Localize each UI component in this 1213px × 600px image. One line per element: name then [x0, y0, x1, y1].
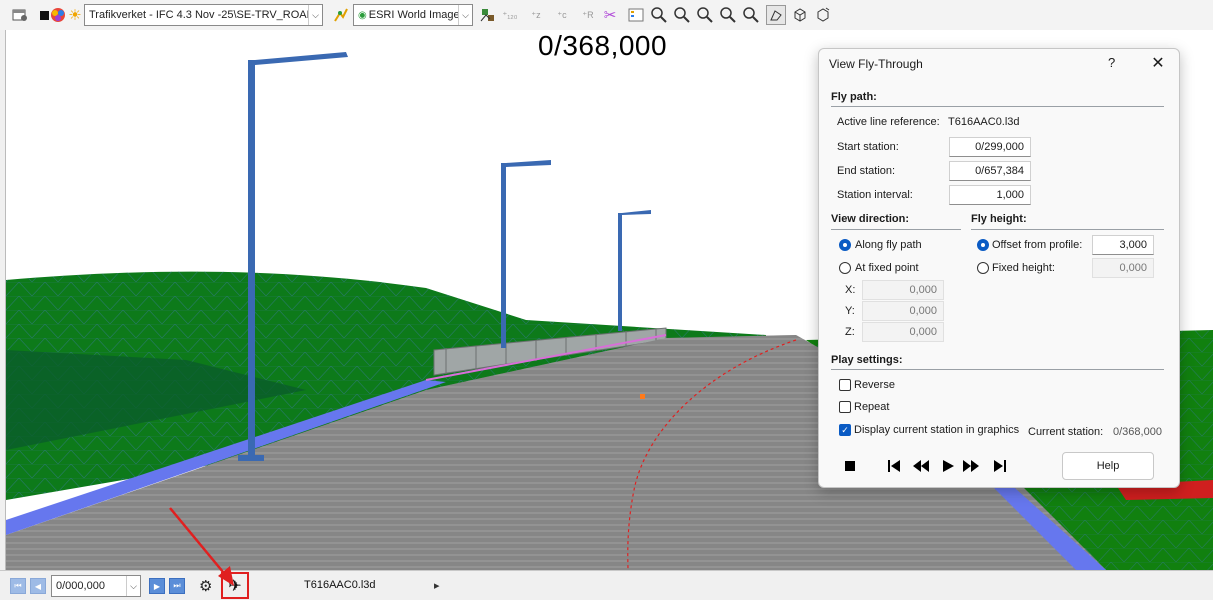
z-input[interactable]: 0,000 [862, 322, 944, 342]
current-station-label: Current station: [1028, 426, 1104, 438]
along-fly-path-label[interactable]: Along fly path [855, 239, 922, 251]
fly-height-heading: Fly height: [971, 213, 1027, 225]
divider [831, 369, 1164, 370]
legend-icon[interactable] [628, 7, 644, 23]
end-station-input[interactable]: 0/657,384 [949, 161, 1031, 181]
y-input[interactable]: 0,000 [862, 301, 944, 321]
reverse-label[interactable]: Reverse [854, 379, 895, 391]
repeat-checkbox[interactable] [839, 401, 851, 413]
active-line-label: Active line reference: [837, 116, 940, 128]
rotate-3d-icon[interactable] [792, 7, 808, 23]
station-interval-input[interactable]: 1,000 [949, 185, 1031, 205]
at-fixed-point-radio[interactable] [839, 262, 851, 274]
tz-icon[interactable]: ⁺z [528, 7, 544, 23]
zoom-extents-icon[interactable] [743, 7, 759, 23]
reverse-checkbox[interactable] [839, 379, 851, 391]
imagery-combo[interactable]: ◉ ESRI World Imager ⌵ [353, 4, 473, 26]
fixed-height-label[interactable]: Fixed height: [992, 262, 1055, 274]
play-icon[interactable] [937, 455, 959, 477]
first-station-icon[interactable]: ⏮ [10, 578, 26, 594]
offset-from-profile-input[interactable]: 3,000 [1092, 235, 1154, 255]
globe-icon: ◉ [358, 9, 367, 21]
tc-icon[interactable]: ⁺c [554, 7, 570, 23]
fast-forward-icon[interactable] [960, 455, 982, 477]
expand-arrow-icon[interactable]: ▸ [434, 579, 440, 592]
t120-icon[interactable]: ⁺₁₂₀ [502, 7, 518, 23]
previous-station-icon[interactable]: ◀ [30, 578, 46, 594]
station-marker [640, 394, 645, 399]
x-label: X: [845, 284, 856, 296]
zoom-window-icon[interactable] [720, 7, 736, 23]
layer-combo[interactable]: Trafikverket - IFC 4.3 Nov -25\SE-TRV_RO… [84, 4, 323, 26]
station-combo[interactable]: 0/000,000 ⌵ [51, 575, 141, 597]
end-station-label: End station: [837, 165, 896, 177]
sun-icon[interactable]: ☀ [67, 7, 83, 24]
chevron-down-icon[interactable]: ⌵ [126, 576, 140, 596]
chevron-down-icon[interactable]: ⌵ [308, 5, 322, 25]
along-fly-path-radio[interactable] [839, 239, 851, 251]
offset-from-profile-label[interactable]: Offset from profile: [992, 239, 1082, 251]
tr-icon[interactable]: ⁺R [580, 7, 596, 23]
close-icon[interactable]: ✕ [1149, 53, 1167, 73]
repeat-label[interactable]: Repeat [854, 401, 889, 413]
annotation-arrow [169, 507, 234, 586]
alignment-label: T616AAC0.l3d [304, 579, 376, 591]
cross-icon[interactable]: ✂ [602, 7, 618, 24]
divider [831, 229, 961, 230]
current-station-overlay: 0/368,000 [538, 30, 668, 61]
chevron-down-icon[interactable]: ⌵ [458, 5, 472, 25]
help-question-icon[interactable]: ? [1108, 55, 1115, 70]
divider [971, 229, 1164, 230]
zoom-in-icon[interactable] [674, 7, 690, 23]
fixed-height-radio[interactable] [977, 262, 989, 274]
active-line-value: T616AAC0.l3d [948, 116, 1020, 128]
colorwheel-icon[interactable] [50, 7, 66, 23]
fly-through-dialog: View Fly-Through ? ✕ Fly path: Active li… [818, 48, 1180, 488]
station-combo-text: 0/000,000 [56, 580, 105, 592]
properties-icon[interactable] [12, 7, 28, 23]
stop-icon[interactable] [839, 455, 861, 477]
fly-path-heading: Fly path: [831, 91, 877, 103]
at-fixed-point-label[interactable]: At fixed point [855, 262, 919, 274]
terrain-icon[interactable] [480, 7, 496, 23]
z-label: Z: [845, 326, 855, 338]
start-station-label: Start station: [837, 141, 899, 153]
app-window: ☀ Trafikverket - IFC 4.3 Nov -25\SE-TRV_… [0, 0, 1213, 600]
divider [831, 106, 1164, 107]
y-label: Y: [845, 305, 855, 317]
rewind-icon[interactable] [910, 455, 932, 477]
view-direction-heading: View direction: [831, 213, 910, 225]
zoom-out-icon[interactable] [697, 7, 713, 23]
play-settings-heading: Play settings: [831, 354, 903, 366]
route-icon[interactable] [333, 7, 349, 23]
x-input[interactable]: 0,000 [862, 280, 944, 300]
orbit-icon[interactable] [815, 7, 831, 23]
start-station-input[interactable]: 0/299,000 [949, 137, 1031, 157]
go-to-end-icon[interactable] [989, 455, 1011, 477]
go-to-start-icon[interactable] [883, 455, 905, 477]
station-interval-label: Station interval: [837, 189, 913, 201]
layer-combo-text: Trafikverket - IFC 4.3 Nov -25\SE-TRV_RO… [89, 9, 323, 21]
imagery-combo-text: ESRI World Imager [368, 9, 464, 21]
display-station-checkbox[interactable]: ✓ [839, 424, 851, 436]
light-pole-3 [618, 210, 651, 331]
top-toolbar: ☀ Trafikverket - IFC 4.3 Nov -25\SE-TRV_… [0, 0, 1213, 30]
zoom-icon[interactable] [651, 7, 667, 23]
fixed-height-input[interactable]: 0,000 [1092, 258, 1154, 278]
offset-from-profile-radio[interactable] [977, 239, 989, 251]
current-station-value: 0/368,000 [1113, 426, 1162, 438]
display-station-label[interactable]: Display current station in graphics [854, 424, 1019, 436]
dialog-title: View Fly-Through [829, 57, 923, 71]
pan-icon[interactable] [766, 5, 786, 25]
help-button[interactable]: Help [1062, 452, 1154, 480]
